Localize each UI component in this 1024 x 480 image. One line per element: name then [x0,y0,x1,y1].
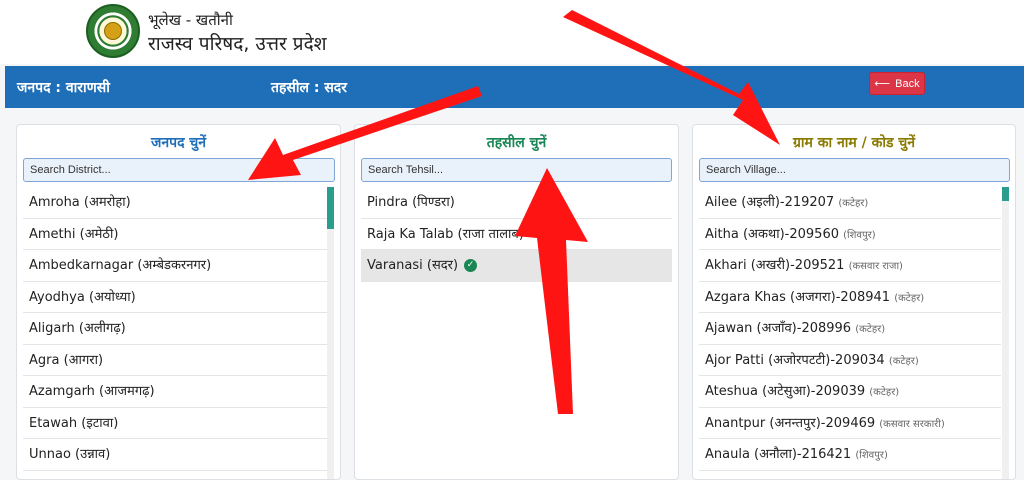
village-list-item[interactable]: Ateshua (अटेसुआ)-209039 (कटेहर) [699,376,1001,408]
district-search-input[interactable]: Search District... [23,158,335,182]
village-name: Anantpur (अनन्तपुर)-209469 [705,415,876,431]
village-name: Ajor Patti (अजोरपटटी)-209034 [705,352,885,368]
tehsil-search-input[interactable]: Search Tehsil... [361,158,672,182]
village-list-item[interactable]: Azgara Khas (अजगरा)-208941 (कटेहर) [699,282,1001,313]
village-parganah: (शिवपुर) [855,450,888,461]
tehsil-list-item-selected[interactable]: Varanasi (सदर) ✓ [361,250,672,282]
selected-tehsil-label: तहसील : सदर [271,80,347,96]
village-parganah: (कटेहर) [855,324,886,335]
site-title: राजस्व परिषद, उत्तर प्रदेश [148,33,327,55]
village-parganah: (कटेहर) [838,198,869,209]
logo-emblem-icon [104,22,122,40]
village-name: Anaula (अनौला)-216421 [705,447,852,462]
district-panel-title: जनपद चुनें [150,135,207,151]
check-circle-icon: ✓ [464,259,478,272]
board-of-revenue-logo [86,4,140,58]
village-parganah: (कटेहर) [869,387,900,398]
village-parganah: (कटेहर) [894,292,925,304]
district-list-item[interactable]: Ayodhya (अयोध्या) [23,282,327,313]
village-list-item[interactable]: Ailee (अइली)-219207 (कटेहर) [699,187,1001,219]
district-scrollbar[interactable] [327,187,334,479]
tehsil-list-item[interactable]: Pindra (पिण्डरा) [361,187,672,219]
back-button[interactable]: ⟵ Back [869,72,925,95]
village-name: Ateshua (अटेसुआ)-209039 [705,384,866,399]
village-list-item[interactable]: Ajor Patti (अजोरपटटी)-209034 (कटेहर) [699,345,1001,376]
village-panel-title: ग्राम का नाम / कोड चुनें [792,135,916,151]
village-name: Azgara Khas (अजगरा)-208941 [705,289,891,305]
district-list-item[interactable]: Azamgarh (आजमगढ़) [23,376,327,408]
village-parganah: (कटेहर) [888,355,919,367]
district-list-item[interactable]: Amethi (अमेठी) [23,219,327,250]
district-list: Amroha (अमरोहा) Amethi (अमेठी) Ambedkarn… [23,187,327,471]
left-arrow-icon: ⟵ [874,78,891,90]
village-list-item[interactable]: Akhari (अखरी)-209521 (कसवार राजा) [699,250,1001,282]
district-list-item[interactable]: Aligarh (अलीगढ़) [23,313,327,345]
village-list-item[interactable]: Anaula (अनौला)-216421 (शिवपुर) [699,439,1001,471]
back-button-label: Back [895,77,920,90]
village-name: Ailee (अइली)-219207 [705,195,835,210]
site-header: भूलेख - खतौनी राजस्व परिषद, उत्तर प्रदेश [0,0,1024,64]
village-parganah: (शिवपुर) [843,229,876,241]
district-list-item[interactable]: Etawah (इटावा) [23,408,327,439]
tehsil-list-item-label: Varanasi (सदर) [367,258,459,273]
village-name: Akhari (अखरी)-209521 [705,258,845,273]
tehsil-list-item[interactable]: Raja Ka Talab (राजा तालाब) [361,219,672,250]
village-name: Aitha (अकथा)-209560 [705,226,839,242]
village-parganah: (कसवार सरकारी) [879,418,945,430]
village-list-item[interactable]: Aitha (अकथा)-209560 (शिवपुर) [699,219,1001,250]
village-parganah: (कसवार राजा) [848,261,903,272]
selected-district-label: जनपद : वाराणसी [17,80,110,96]
district-list-item[interactable]: Agra (आगरा) [23,345,327,376]
district-list-item[interactable]: Ambedkarnagar (अम्बेडकरनगर) [23,250,327,282]
district-panel: जनपद चुनें Search District... Amroha (अम… [16,124,341,480]
district-list-item[interactable]: Unnao (उन्नाव) [23,439,327,471]
village-list-item[interactable]: Anantpur (अनन्तपुर)-209469 (कसवार सरकारी… [699,408,1001,439]
site-subtitle: भूलेख - खतौनी [148,11,233,29]
district-scrollbar-thumb[interactable] [327,187,334,229]
village-list-item[interactable]: Ajawan (अजाँव)-208996 (कटेहर) [699,313,1001,345]
village-scrollbar[interactable] [1002,187,1009,479]
tehsil-panel-title: तहसील चुनें [486,135,547,151]
village-name: Ajawan (अजाँव)-208996 [705,321,852,336]
village-search-input[interactable]: Search Village... [699,158,1010,182]
village-scrollbar-thumb[interactable] [1002,187,1009,201]
tehsil-list: Pindra (पिण्डरा) Raja Ka Talab (राजा ताल… [361,187,672,282]
village-list: Ailee (अइली)-219207 (कटेहर) Aitha (अकथा)… [699,187,1001,471]
village-panel: ग्राम का नाम / कोड चुनें Search Village.… [692,124,1016,480]
district-list-item[interactable]: Amroha (अमरोहा) [23,187,327,219]
tehsil-panel: तहसील चुनें Search Tehsil... Pindra (पिण… [354,124,679,480]
